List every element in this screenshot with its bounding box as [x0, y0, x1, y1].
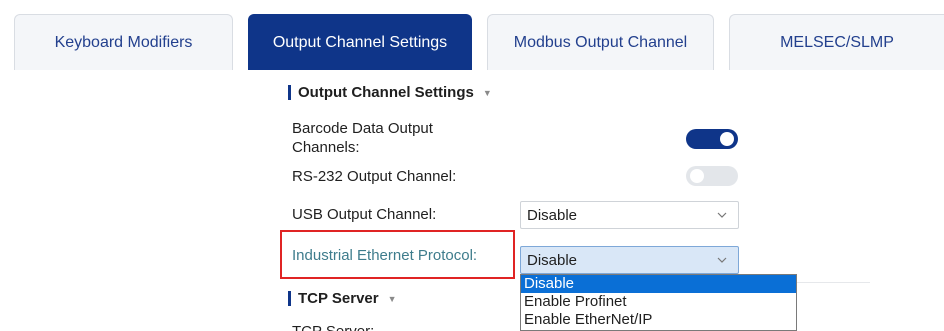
industrial-ethernet-value: Disable — [527, 251, 578, 269]
caret-down-icon[interactable]: ▼ — [483, 88, 492, 98]
toggle-knob — [720, 132, 734, 146]
industrial-ethernet-dropdown: Disable Enable Profinet Enable EtherNet/… — [520, 274, 797, 331]
section-marker — [288, 85, 291, 100]
output-channel-section-title: Output Channel Settings — [298, 84, 474, 101]
rs232-output-label: RS-232 Output Channel: — [292, 168, 457, 185]
chevron-down-icon — [717, 257, 727, 263]
dropdown-option-ethernet-ip[interactable]: Enable EtherNet/IP — [521, 311, 796, 329]
rs232-output-toggle[interactable] — [686, 166, 738, 186]
usb-output-label: USB Output Channel: — [292, 206, 437, 223]
tab-melsec-slmp[interactable]: MELSEC/SLMP — [729, 14, 944, 70]
tab-bar: Keyboard Modifiers Output Channel Settin… — [0, 0, 944, 70]
tcp-server-label: TCP Server: — [292, 322, 374, 331]
toggle-knob — [690, 169, 704, 183]
output-channel-section-header[interactable]: Output Channel Settings ▼ — [288, 84, 492, 101]
caret-down-icon[interactable]: ▼ — [388, 294, 397, 304]
usb-output-value: Disable — [527, 206, 578, 224]
tab-keyboard-modifiers[interactable]: Keyboard Modifiers — [14, 14, 233, 70]
dropdown-option-disable[interactable]: Disable — [521, 275, 796, 293]
dropdown-option-profinet[interactable]: Enable Profinet — [521, 293, 796, 311]
section-marker — [288, 291, 291, 306]
barcode-output-toggle[interactable] — [686, 129, 738, 149]
usb-output-select[interactable]: Disable — [520, 201, 739, 229]
tcp-server-section-title: TCP Server — [298, 290, 379, 307]
industrial-ethernet-select[interactable]: Disable — [520, 246, 739, 274]
tab-modbus-output-channel[interactable]: Modbus Output Channel — [487, 14, 714, 70]
barcode-output-label: Barcode Data Output Channels: — [292, 120, 433, 156]
settings-panel: Output Channel Settings ▼ Barcode Data O… — [0, 70, 944, 331]
tcp-server-section-header[interactable]: TCP Server ▼ — [288, 290, 397, 307]
industrial-ethernet-label: Industrial Ethernet Protocol: — [292, 247, 478, 264]
chevron-down-icon — [717, 212, 727, 218]
tab-output-channel-settings[interactable]: Output Channel Settings — [248, 14, 472, 70]
